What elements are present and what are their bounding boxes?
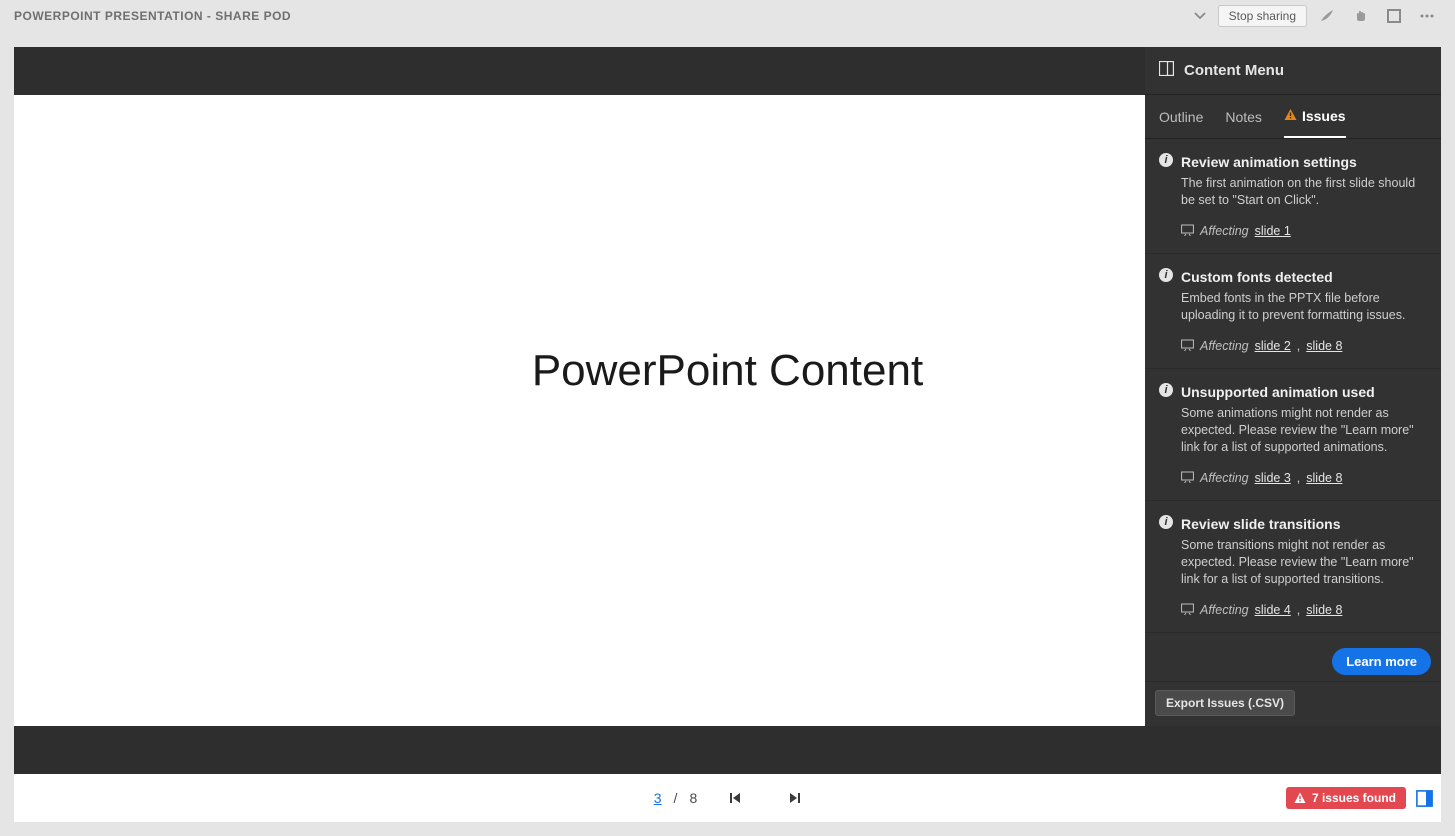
more-options-icon[interactable] <box>1413 4 1441 28</box>
total-pages: 8 <box>689 790 697 806</box>
toggle-panel-icon[interactable] <box>1416 790 1433 807</box>
warning-icon <box>1294 792 1306 804</box>
slide-link[interactable]: slide 2 <box>1255 339 1291 353</box>
issue-description: Embed fonts in the PPTX file before uplo… <box>1181 290 1427 324</box>
issue-description: Some transitions might not render as exp… <box>1181 537 1427 588</box>
slide-link[interactable]: slide 3 <box>1255 471 1291 485</box>
issue-item: i Unsupported animation used Some animatio… <box>1145 369 1441 501</box>
content-menu-panel: Content Menu Outline Notes Issues i Revie… <box>1145 47 1441 726</box>
affecting-label: Affecting <box>1200 224 1249 238</box>
tab-issues-label: Issues <box>1302 108 1346 124</box>
slide-link[interactable]: slide 4 <box>1255 603 1291 617</box>
info-icon: i <box>1159 268 1173 282</box>
tab-outline[interactable]: Outline <box>1159 95 1203 138</box>
issue-title: Review animation settings <box>1181 153 1357 171</box>
panel-title: Content Menu <box>1184 62 1284 79</box>
current-page[interactable]: 3 <box>654 790 662 806</box>
content-wrapper: PowerPoint Content Content Menu Outline … <box>14 47 1441 822</box>
tab-notes[interactable]: Notes <box>1225 95 1262 138</box>
warning-icon <box>1284 108 1297 124</box>
bottom-bar: 3 / 8 7 issues found <box>14 774 1441 822</box>
slide-link[interactable]: slide 8 <box>1306 471 1342 485</box>
issue-title: Unsupported animation used <box>1181 383 1375 401</box>
issue-item: i Review slide transitions Some transition… <box>1145 501 1441 633</box>
info-icon: i <box>1159 515 1173 529</box>
issue-title: Review slide transitions <box>1181 515 1341 533</box>
last-slide-button[interactable] <box>787 791 801 805</box>
issue-title: Custom fonts detected <box>1181 268 1333 286</box>
slide-icon <box>1181 223 1194 239</box>
info-icon: i <box>1159 383 1173 397</box>
slide-icon <box>1181 338 1194 354</box>
issue-item: i Custom fonts detected Embed fonts in the… <box>1145 254 1441 369</box>
issues-list[interactable]: i Review animation settings The first anim… <box>1145 139 1441 642</box>
first-slide-button[interactable] <box>729 791 743 805</box>
pod-title: POWERPOINT PRESENTATION - SHARE POD <box>14 9 291 23</box>
chevron-down-icon[interactable] <box>1188 4 1212 28</box>
title-bar: POWERPOINT PRESENTATION - SHARE POD Stop… <box>0 0 1455 31</box>
slide-content-text: PowerPoint Content <box>532 346 923 396</box>
issue-description: The first animation on the first slide s… <box>1181 175 1427 209</box>
slide-bottom-bar <box>14 726 1441 774</box>
affecting-row: Affecting slide 4, slide 8 <box>1181 602 1427 618</box>
info-icon: i <box>1159 153 1173 167</box>
slide-link[interactable]: slide 8 <box>1306 339 1342 353</box>
fullscreen-icon[interactable] <box>1381 4 1407 28</box>
affecting-row: Affecting slide 1 <box>1181 223 1427 239</box>
stop-sharing-button[interactable]: Stop sharing <box>1218 5 1307 27</box>
tab-issues[interactable]: Issues <box>1284 95 1346 138</box>
learn-more-button[interactable]: Learn more <box>1332 648 1431 675</box>
page-separator: / <box>674 790 678 806</box>
draw-icon[interactable] <box>1313 4 1341 28</box>
title-bar-actions: Stop sharing <box>1188 4 1441 28</box>
slide-icon <box>1181 602 1194 618</box>
slide-link[interactable]: slide 1 <box>1255 224 1291 238</box>
panel-icon <box>1159 61 1174 81</box>
issue-description: Some animations might not render as expe… <box>1181 405 1427 456</box>
issue-item: i Review animation settings The first anim… <box>1145 139 1441 254</box>
pagination: 3 / 8 <box>654 790 801 806</box>
issues-found-badge[interactable]: 7 issues found <box>1286 787 1406 809</box>
affecting-label: Affecting <box>1200 603 1249 617</box>
affecting-row: Affecting slide 3, slide 8 <box>1181 470 1427 486</box>
affecting-row: Affecting slide 2, slide 8 <box>1181 338 1427 354</box>
pointer-icon[interactable] <box>1347 4 1375 28</box>
slide-icon <box>1181 470 1194 486</box>
affecting-label: Affecting <box>1200 471 1249 485</box>
export-issues-button[interactable]: Export Issues (.CSV) <box>1155 690 1295 716</box>
affecting-label: Affecting <box>1200 339 1249 353</box>
panel-tabs: Outline Notes Issues <box>1145 95 1441 139</box>
slide-link[interactable]: slide 8 <box>1306 603 1342 617</box>
issues-count-text: 7 issues found <box>1312 791 1396 805</box>
